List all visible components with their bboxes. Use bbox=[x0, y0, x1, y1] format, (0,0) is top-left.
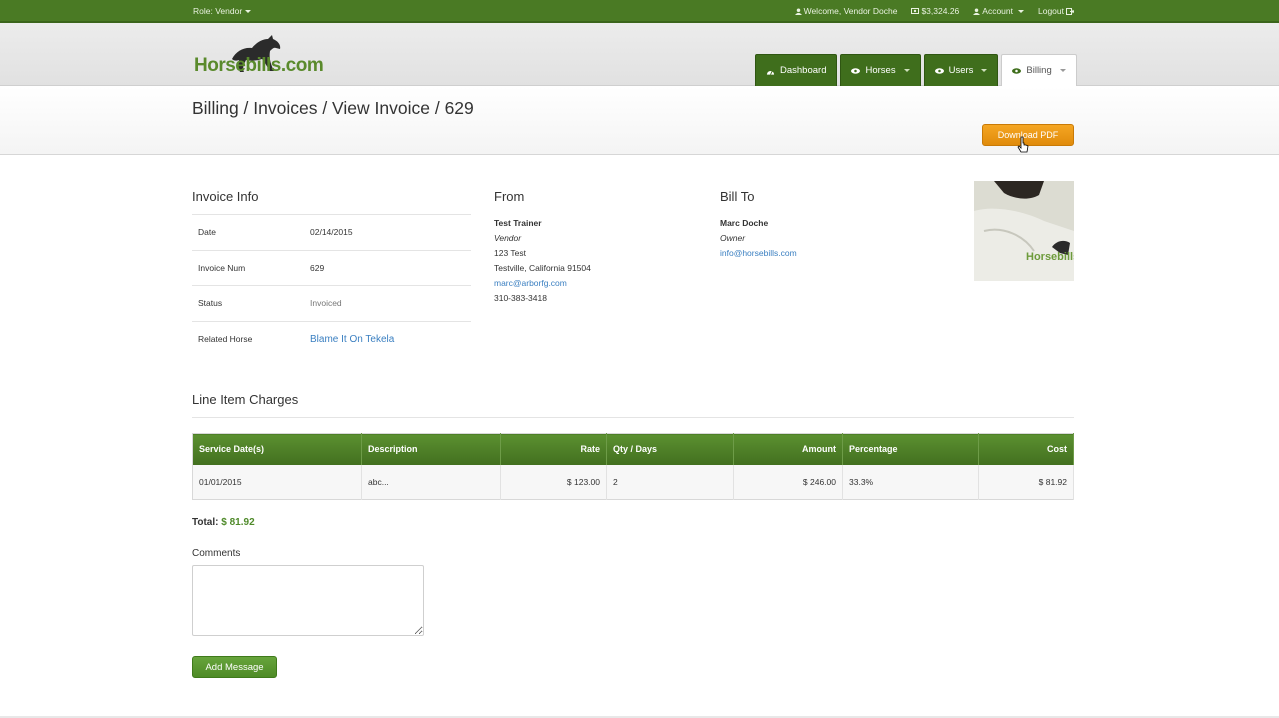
logo-text: Horsebills.com bbox=[194, 55, 324, 77]
logo-text-suffix: .com bbox=[280, 55, 324, 76]
tab-billing-label: Billing bbox=[1026, 65, 1052, 76]
column-header[interactable]: Amount bbox=[733, 433, 843, 465]
line-items-section: Line Item Charges bbox=[192, 392, 1074, 418]
table-row: 01/01/2015 abc... $ 123.00 2 $ 246.00 33… bbox=[192, 464, 1074, 500]
chevron-down-icon bbox=[1059, 69, 1066, 72]
table-row: Related Horse Blame It On Tekela bbox=[192, 320, 471, 357]
line-items-heading: Line Item Charges bbox=[192, 392, 1074, 418]
tab-dashboard-label: Dashboard bbox=[780, 65, 827, 76]
table-cell: 33.3% bbox=[842, 464, 979, 500]
table-cell: $ 81.92 bbox=[978, 464, 1074, 500]
info-value: 629 bbox=[310, 249, 471, 286]
tab-billing[interactable]: Billing bbox=[1001, 54, 1077, 86]
bill-to-name: Marc Doche bbox=[720, 218, 769, 228]
tab-horses-label: Horses bbox=[865, 65, 896, 76]
bill-to-heading: Bill To bbox=[720, 189, 755, 204]
bill-to-email-link[interactable]: info@horsebills.com bbox=[720, 246, 797, 261]
chevron-down-icon bbox=[903, 69, 910, 72]
account-dropdown[interactable]: Account bbox=[973, 6, 1024, 16]
main-nav: Dashboard Horses Users Billing bbox=[755, 54, 1077, 86]
from-address-line2: Testville, California 91504 bbox=[494, 263, 591, 273]
add-message-button[interactable]: Add Message bbox=[192, 656, 277, 678]
info-value: 02/14/2015 bbox=[310, 214, 471, 250]
from-email-link[interactable]: marc@arborfg.com bbox=[494, 276, 591, 291]
account-user-icon bbox=[973, 7, 981, 15]
from-heading: From bbox=[494, 189, 525, 204]
comments-label: Comments bbox=[192, 548, 241, 559]
chevron-down-icon bbox=[981, 69, 988, 72]
balance-value: $3,324.26 bbox=[921, 6, 960, 16]
table-header-row: Service Date(s) Description Rate Qty / D… bbox=[192, 433, 1074, 465]
table-cell: 2 bbox=[606, 464, 734, 500]
chevron-down-icon bbox=[1018, 9, 1024, 13]
invoice-info: Invoice Info Date 02/14/2015 Invoice Num… bbox=[192, 189, 471, 357]
header: Horsebills.com Dashboard Horses Users Bi… bbox=[0, 23, 1279, 86]
total-value: $ 81.92 bbox=[221, 517, 255, 528]
page-title: Billing / Invoices / View Invoice / 629 bbox=[192, 98, 474, 118]
table-cell: $ 123.00 bbox=[500, 464, 607, 500]
table-cell: $ 246.00 bbox=[733, 464, 843, 500]
invoice-info-heading: Invoice Info bbox=[192, 189, 259, 204]
mouse-cursor-icon bbox=[1017, 136, 1029, 153]
column-header[interactable]: Service Date(s) bbox=[192, 433, 362, 465]
logo-text-main: Horsebills bbox=[194, 55, 281, 76]
table-row: Date 02/14/2015 bbox=[192, 214, 471, 250]
status-value: Invoiced bbox=[310, 285, 471, 321]
logo[interactable]: Horsebills.com bbox=[194, 33, 324, 79]
logout-label: Logout bbox=[1038, 6, 1064, 16]
table-cell: abc... bbox=[361, 464, 501, 500]
info-label: Related Horse bbox=[192, 320, 310, 357]
user-icon bbox=[794, 7, 802, 15]
column-header[interactable]: Cost bbox=[978, 433, 1074, 465]
thumbnail-logo-text: Horsebills bbox=[1026, 251, 1074, 263]
bill-to-role: Owner bbox=[720, 233, 746, 243]
from-address-line1: 123 Test bbox=[494, 248, 526, 258]
role-label: Role: Vendor bbox=[193, 6, 243, 16]
money-icon bbox=[911, 8, 920, 14]
welcome-text: Welcome, Vendor Doche bbox=[794, 6, 898, 16]
dashboard-icon bbox=[766, 70, 775, 75]
from-name: Test Trainer bbox=[494, 218, 542, 228]
related-horse-link[interactable]: Blame It On Tekela bbox=[310, 320, 471, 357]
info-label: Status bbox=[192, 285, 310, 321]
eye-icon bbox=[934, 67, 944, 74]
total-label: Total: bbox=[192, 517, 219, 528]
line-items-table: Service Date(s) Description Rate Qty / D… bbox=[192, 433, 1074, 500]
from-role: Vendor bbox=[494, 233, 522, 243]
welcome-label: Welcome, Vendor Doche bbox=[803, 6, 898, 16]
table-cell: 01/01/2015 bbox=[192, 464, 362, 500]
invoice-photo-thumbnail[interactable]: Horsebills bbox=[974, 181, 1074, 281]
role-dropdown[interactable]: Role: Vendor bbox=[193, 6, 252, 16]
account-label: Account bbox=[982, 6, 1013, 16]
chevron-down-icon bbox=[245, 10, 252, 14]
info-label: Date bbox=[192, 214, 310, 250]
photo-image bbox=[974, 181, 1074, 281]
invoice-total: Total: $ 81.92 bbox=[192, 517, 255, 528]
logout-link[interactable]: Logout bbox=[1038, 6, 1074, 16]
column-header[interactable]: Qty / Days bbox=[606, 433, 734, 465]
column-header[interactable]: Description bbox=[361, 433, 501, 465]
tab-users[interactable]: Users bbox=[923, 54, 999, 86]
from-block: From Test Trainer Vendor 123 Test Testvi… bbox=[494, 189, 591, 306]
eye-icon bbox=[1012, 67, 1022, 74]
comments-textarea[interactable] bbox=[192, 565, 424, 636]
top-bar: Role: Vendor Welcome, Vendor Doche $3,32… bbox=[0, 0, 1279, 23]
table-row: Status Invoiced bbox=[192, 285, 471, 321]
logout-icon bbox=[1066, 7, 1074, 15]
table-row: Invoice Num 629 bbox=[192, 249, 471, 286]
column-header[interactable]: Percentage bbox=[842, 433, 979, 465]
info-label: Invoice Num bbox=[192, 249, 310, 286]
from-phone: 310-383-3418 bbox=[494, 293, 547, 303]
tab-dashboard[interactable]: Dashboard bbox=[755, 54, 838, 86]
tab-users-label: Users bbox=[948, 65, 974, 76]
balance[interactable]: $3,324.26 bbox=[911, 6, 959, 16]
tab-horses[interactable]: Horses bbox=[840, 54, 921, 86]
invoice-info-table: Date 02/14/2015 Invoice Num 629 Status I… bbox=[192, 214, 471, 357]
bill-to-block: Bill To Marc Doche Owner info@horsebills… bbox=[720, 189, 797, 261]
title-bar: Billing / Invoices / View Invoice / 629 … bbox=[0, 87, 1279, 155]
eye-icon bbox=[851, 67, 861, 74]
column-header[interactable]: Rate bbox=[500, 433, 607, 465]
